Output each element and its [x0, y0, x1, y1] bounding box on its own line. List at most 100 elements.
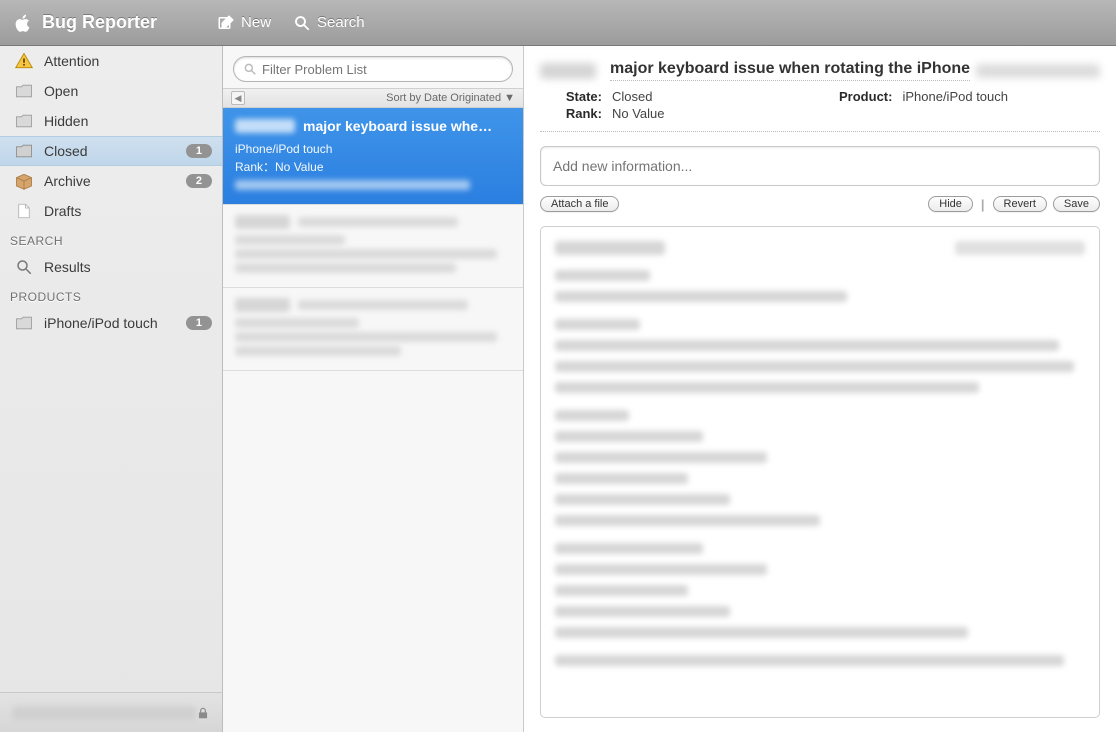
sidebar-item-drafts[interactable]: Drafts: [0, 196, 222, 226]
sidebar-item-closed[interactable]: Closed 1: [0, 136, 222, 166]
add-info-input[interactable]: [540, 146, 1100, 186]
folder-icon: [14, 141, 34, 161]
blurred-line: [555, 270, 650, 281]
sidebar-label: Drafts: [44, 203, 212, 219]
problem-item[interactable]: [223, 205, 523, 288]
blurred-line: [298, 217, 458, 227]
blurred-line: [235, 318, 359, 328]
blurred-id: [540, 63, 596, 79]
search-label: Search: [317, 14, 365, 31]
problem-sub2: Rank：No Value: [235, 158, 511, 176]
count-badge: 1: [186, 144, 212, 158]
blurred-line: [555, 431, 703, 442]
blurred-line: [555, 585, 688, 596]
revert-button[interactable]: Revert: [993, 196, 1047, 212]
blurred-line: [555, 319, 640, 330]
blurred-text: [12, 706, 196, 720]
back-button[interactable]: ◀: [231, 91, 245, 105]
blurred-line: [555, 340, 1059, 351]
folder-icon: [14, 313, 34, 333]
app-title: Bug Reporter: [42, 12, 157, 33]
blurred-line: [235, 180, 470, 190]
sidebar-label: Attention: [44, 53, 212, 69]
lock-icon: [196, 705, 210, 721]
blurred-text: [976, 64, 1100, 78]
sidebar-label: Closed: [44, 143, 186, 159]
sidebar-label: iPhone/iPod touch: [44, 315, 186, 331]
problem-item[interactable]: [223, 288, 523, 371]
folder-icon: [14, 81, 34, 101]
attach-file-button[interactable]: Attach a file: [540, 196, 619, 212]
blurred-line: [235, 263, 456, 273]
separator: |: [981, 197, 985, 212]
hide-button[interactable]: Hide: [928, 196, 973, 212]
rank-value: No Value: [612, 106, 665, 121]
blurred-line: [555, 473, 688, 484]
blurred-line: [298, 300, 468, 310]
state-value: Closed: [612, 89, 652, 104]
detail-pane: major keyboard issue when rotating the i…: [524, 46, 1116, 732]
blurred-line: [555, 361, 1074, 372]
new-button[interactable]: New: [217, 14, 271, 32]
product-label: Product:: [822, 89, 892, 104]
product-value: iPhone/iPod touch: [902, 89, 1008, 104]
problem-item[interactable]: major keyboard issue whe… iPhone/iPod to…: [223, 108, 523, 205]
sidebar-item-open[interactable]: Open: [0, 76, 222, 106]
sidebar-label: Results: [44, 259, 212, 275]
sidebar: Attention Open Hidden Closed 1: [0, 46, 223, 732]
state-label: State:: [540, 89, 602, 104]
sidebar-item-archive[interactable]: Archive 2: [0, 166, 222, 196]
sidebar-item-hidden[interactable]: Hidden: [0, 106, 222, 136]
sort-label[interactable]: Sort by Date Originated ▼: [386, 92, 515, 104]
blurred-text: [555, 241, 665, 255]
blurred-line: [235, 249, 497, 259]
sidebar-footer: [0, 692, 222, 732]
search-button[interactable]: Search: [293, 14, 365, 32]
blurred-line: [555, 564, 767, 575]
toolbar: Bug Reporter New Search: [0, 0, 1116, 46]
blurred-line: [555, 291, 847, 302]
sidebar-item-product[interactable]: iPhone/iPod touch 1: [0, 308, 222, 338]
count-badge: 2: [186, 174, 212, 188]
blurred-line: [555, 410, 629, 421]
attention-icon: [14, 51, 34, 71]
sidebar-header-products: PRODUCTS: [0, 282, 222, 308]
sidebar-item-results[interactable]: Results: [0, 252, 222, 282]
problem-sub1: iPhone/iPod touch: [235, 140, 511, 158]
folder-icon: [14, 111, 34, 131]
rank-label: Rank:: [540, 106, 602, 121]
sort-bar: ◀ Sort by Date Originated ▼: [223, 88, 523, 108]
filter-input[interactable]: [233, 56, 513, 82]
problem-list-pane: ◀ Sort by Date Originated ▼ major keyboa…: [223, 46, 524, 732]
blurred-line: [555, 452, 767, 463]
blurred-line: [555, 627, 968, 638]
blurred-line: [235, 332, 497, 342]
detail-content: [540, 226, 1100, 718]
blurred-id: [235, 119, 295, 133]
blurred-line: [555, 655, 1064, 666]
detail-header: major keyboard issue when rotating the i…: [540, 60, 1100, 132]
search-icon: [293, 14, 311, 32]
blurred-line: [235, 346, 401, 356]
apple-logo-icon: [12, 12, 34, 34]
blurred-line: [235, 235, 345, 245]
blurred-line: [555, 382, 979, 393]
compose-icon: [217, 14, 235, 32]
problem-title: major keyboard issue whe…: [303, 118, 511, 134]
blurred-text: [955, 241, 1085, 255]
blurred-line: [555, 543, 703, 554]
document-icon: [14, 201, 34, 221]
blurred-id: [235, 298, 290, 312]
sidebar-label: Hidden: [44, 113, 212, 129]
box-icon: [14, 171, 34, 191]
new-label: New: [241, 14, 271, 31]
blurred-id: [235, 215, 290, 229]
sidebar-label: Archive: [44, 173, 186, 189]
sidebar-header-search: SEARCH: [0, 226, 222, 252]
search-icon: [14, 257, 34, 277]
sidebar-label: Open: [44, 83, 212, 99]
blurred-line: [555, 606, 730, 617]
action-row: Attach a file Hide | Revert Save: [540, 196, 1100, 212]
save-button[interactable]: Save: [1053, 196, 1100, 212]
sidebar-item-attention[interactable]: Attention: [0, 46, 222, 76]
